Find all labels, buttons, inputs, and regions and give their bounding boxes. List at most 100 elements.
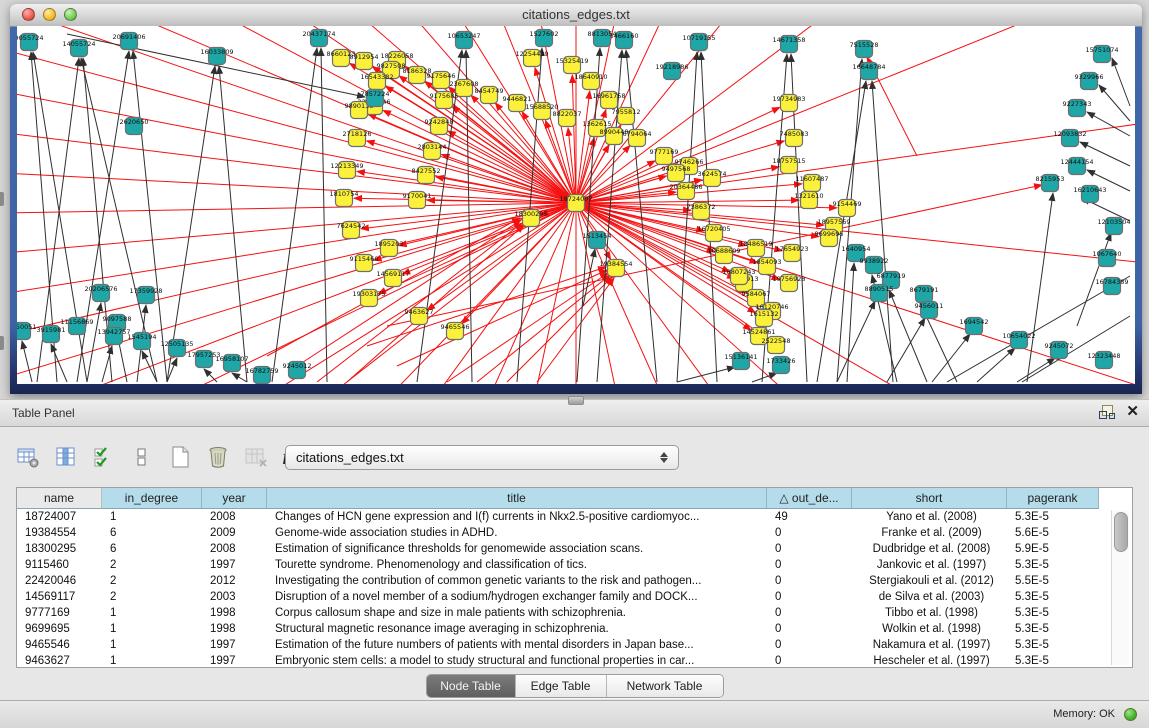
table-cell[interactable]: 2012 — [202, 573, 267, 589]
minimize-window-button[interactable] — [43, 8, 56, 21]
network-node[interactable]: 7955812 — [612, 108, 641, 125]
control-panel-resize-handle[interactable] — [0, 336, 4, 350]
column-header-year[interactable]: year — [202, 488, 267, 509]
column-header-name[interactable]: name — [17, 488, 102, 509]
table-cell[interactable]: 9699695 — [17, 621, 102, 637]
network-edge[interactable] — [847, 263, 854, 382]
table-row[interactable]: 1456911722003Disruption of a novel membe… — [17, 589, 1132, 605]
table-cell[interactable]: 9463627 — [17, 653, 102, 668]
network-node[interactable]: 16720405 — [697, 225, 730, 242]
network-node[interactable]: 11607487 — [795, 175, 828, 192]
table-row[interactable]: 946554611997Estimation of the future num… — [17, 637, 1132, 653]
network-node[interactable]: 9055724 — [17, 34, 43, 51]
table-scrollbar[interactable] — [1111, 510, 1129, 665]
table-cell[interactable]: 0 — [767, 525, 852, 541]
network-edge[interactable] — [477, 275, 610, 382]
network-node[interactable]: 8679191 — [910, 286, 939, 303]
network-node[interactable]: 7624542 — [337, 222, 366, 239]
table-cell[interactable]: 2009 — [202, 525, 267, 541]
network-edge[interactable] — [677, 367, 735, 382]
network-node[interactable]: 18640910 — [574, 73, 607, 90]
network-node[interactable]: 9227343 — [1063, 100, 1092, 117]
network-node[interactable]: 19218986 — [655, 63, 688, 80]
network-edge[interactable] — [448, 131, 576, 203]
network-edge[interactable] — [17, 26, 576, 203]
table-cell[interactable]: Hescheler et al. (1997) — [852, 653, 1007, 668]
network-edge[interactable] — [17, 26, 576, 203]
network-edge[interactable] — [17, 26, 576, 203]
network-node[interactable]: 10653247 — [447, 32, 480, 49]
table-cell[interactable]: 5.3E-5 — [1007, 637, 1099, 653]
table-cell[interactable]: Estimation of significance thresholds fo… — [267, 541, 767, 557]
network-node[interactable]: 8454749 — [475, 87, 504, 104]
network-node[interactable]: 12103504 — [1097, 218, 1130, 235]
network-edge[interactable] — [52, 26, 576, 203]
table-cell[interactable]: 1998 — [202, 621, 267, 637]
network-node[interactable]: 15325419 — [555, 57, 588, 74]
network-node[interactable]: 14671358 — [772, 36, 805, 53]
close-panel-icon[interactable]: ✕ — [1126, 404, 1139, 420]
table-row[interactable]: 2242004622012Investigating the contribut… — [17, 573, 1132, 589]
network-node[interactable]: 16210643 — [1073, 186, 1106, 203]
network-edge[interactable] — [17, 26, 576, 203]
table-cell[interactable]: Tibbo et al. (1998) — [852, 605, 1007, 621]
table-cell[interactable]: 2 — [102, 573, 202, 589]
table-cell[interactable]: 0 — [767, 621, 852, 637]
table-cell[interactable]: Nakamura et al. (1997) — [852, 637, 1007, 653]
network-node[interactable]: 9245072 — [1045, 342, 1074, 359]
network-edge[interactable] — [22, 341, 32, 382]
table-cell[interactable]: 0 — [767, 541, 852, 557]
network-node[interactable]: 20206576 — [84, 285, 117, 302]
network-node[interactable]: 8890515 — [865, 285, 894, 302]
network-edge[interactable] — [17, 26, 576, 203]
tab-node-table[interactable]: Node Table — [427, 675, 516, 697]
table-cell[interactable]: 9465546 — [17, 637, 102, 653]
network-edge[interactable] — [872, 81, 893, 382]
table-cell[interactable]: 1 — [102, 605, 202, 621]
network-node[interactable]: 9938922 — [860, 257, 889, 274]
tab-edge-table[interactable]: Edge Table — [516, 675, 607, 697]
panel-divider-grip[interactable] — [568, 396, 584, 405]
delete-table-icon[interactable] — [206, 445, 230, 469]
table-cell[interactable]: 2008 — [202, 541, 267, 557]
table-cell[interactable]: Structural magnetic resonance image aver… — [267, 621, 767, 637]
show-columns-icon[interactable] — [54, 445, 78, 469]
table-cell[interactable]: 0 — [767, 637, 852, 653]
network-node[interactable]: 7485083 — [780, 130, 809, 147]
table-cell[interactable]: Stergiakouli et al. (2012) — [852, 573, 1007, 589]
table-row[interactable]: 946362711997Embryonic stem cells: a mode… — [17, 653, 1132, 668]
unselect-all-icon[interactable] — [130, 445, 154, 469]
network-edge[interactable] — [535, 68, 576, 203]
table-cell[interactable]: 5.9E-5 — [1007, 541, 1099, 557]
network-node[interactable]: 6794064 — [623, 130, 652, 147]
table-cell[interactable]: 1 — [102, 509, 202, 525]
table-cell[interactable]: 0 — [767, 573, 852, 589]
table-cell[interactable]: 6 — [102, 525, 202, 541]
network-edge[interactable] — [1017, 358, 1055, 382]
network-node[interactable]: 2718126 — [343, 130, 372, 147]
network-node[interactable]: 1527602 — [530, 30, 559, 47]
scrollbar-thumb[interactable] — [1114, 512, 1128, 552]
table-row[interactable]: 1872400712008Changes of HCN gene express… — [17, 509, 1132, 525]
table-cell[interactable]: 0 — [767, 557, 852, 573]
network-edge[interactable] — [87, 303, 101, 382]
network-edge[interactable] — [17, 203, 576, 325]
table-cell[interactable]: Embryonic stem cells: a model to study s… — [267, 653, 767, 668]
network-node[interactable]: 16958107 — [215, 355, 248, 372]
table-cell[interactable]: Dudbridge et al. (2008) — [852, 541, 1007, 557]
network-edge[interactable] — [1112, 58, 1130, 106]
table-cell[interactable]: 5.3E-5 — [1007, 653, 1099, 668]
table-cell[interactable]: Estimation of the future numbers of pati… — [267, 637, 767, 653]
close-window-button[interactable] — [22, 8, 35, 21]
column-header-in_degree[interactable]: in_degree — [102, 488, 202, 509]
network-node[interactable]: 15751074 — [1085, 46, 1118, 63]
column-header-short[interactable]: short — [852, 488, 1007, 509]
network-edge[interactable] — [17, 26, 576, 203]
table-cell[interactable]: Jankovic et al. (1997) — [852, 557, 1007, 573]
network-node[interactable]: 8215953 — [1036, 175, 1065, 192]
table-cell[interactable]: 0 — [767, 589, 852, 605]
table-cell[interactable]: 2 — [102, 557, 202, 573]
network-node[interactable]: 2620650 — [120, 118, 149, 135]
network-node[interactable]: 1854093 — [753, 258, 782, 275]
table-cell[interactable]: 22420046 — [17, 573, 102, 589]
